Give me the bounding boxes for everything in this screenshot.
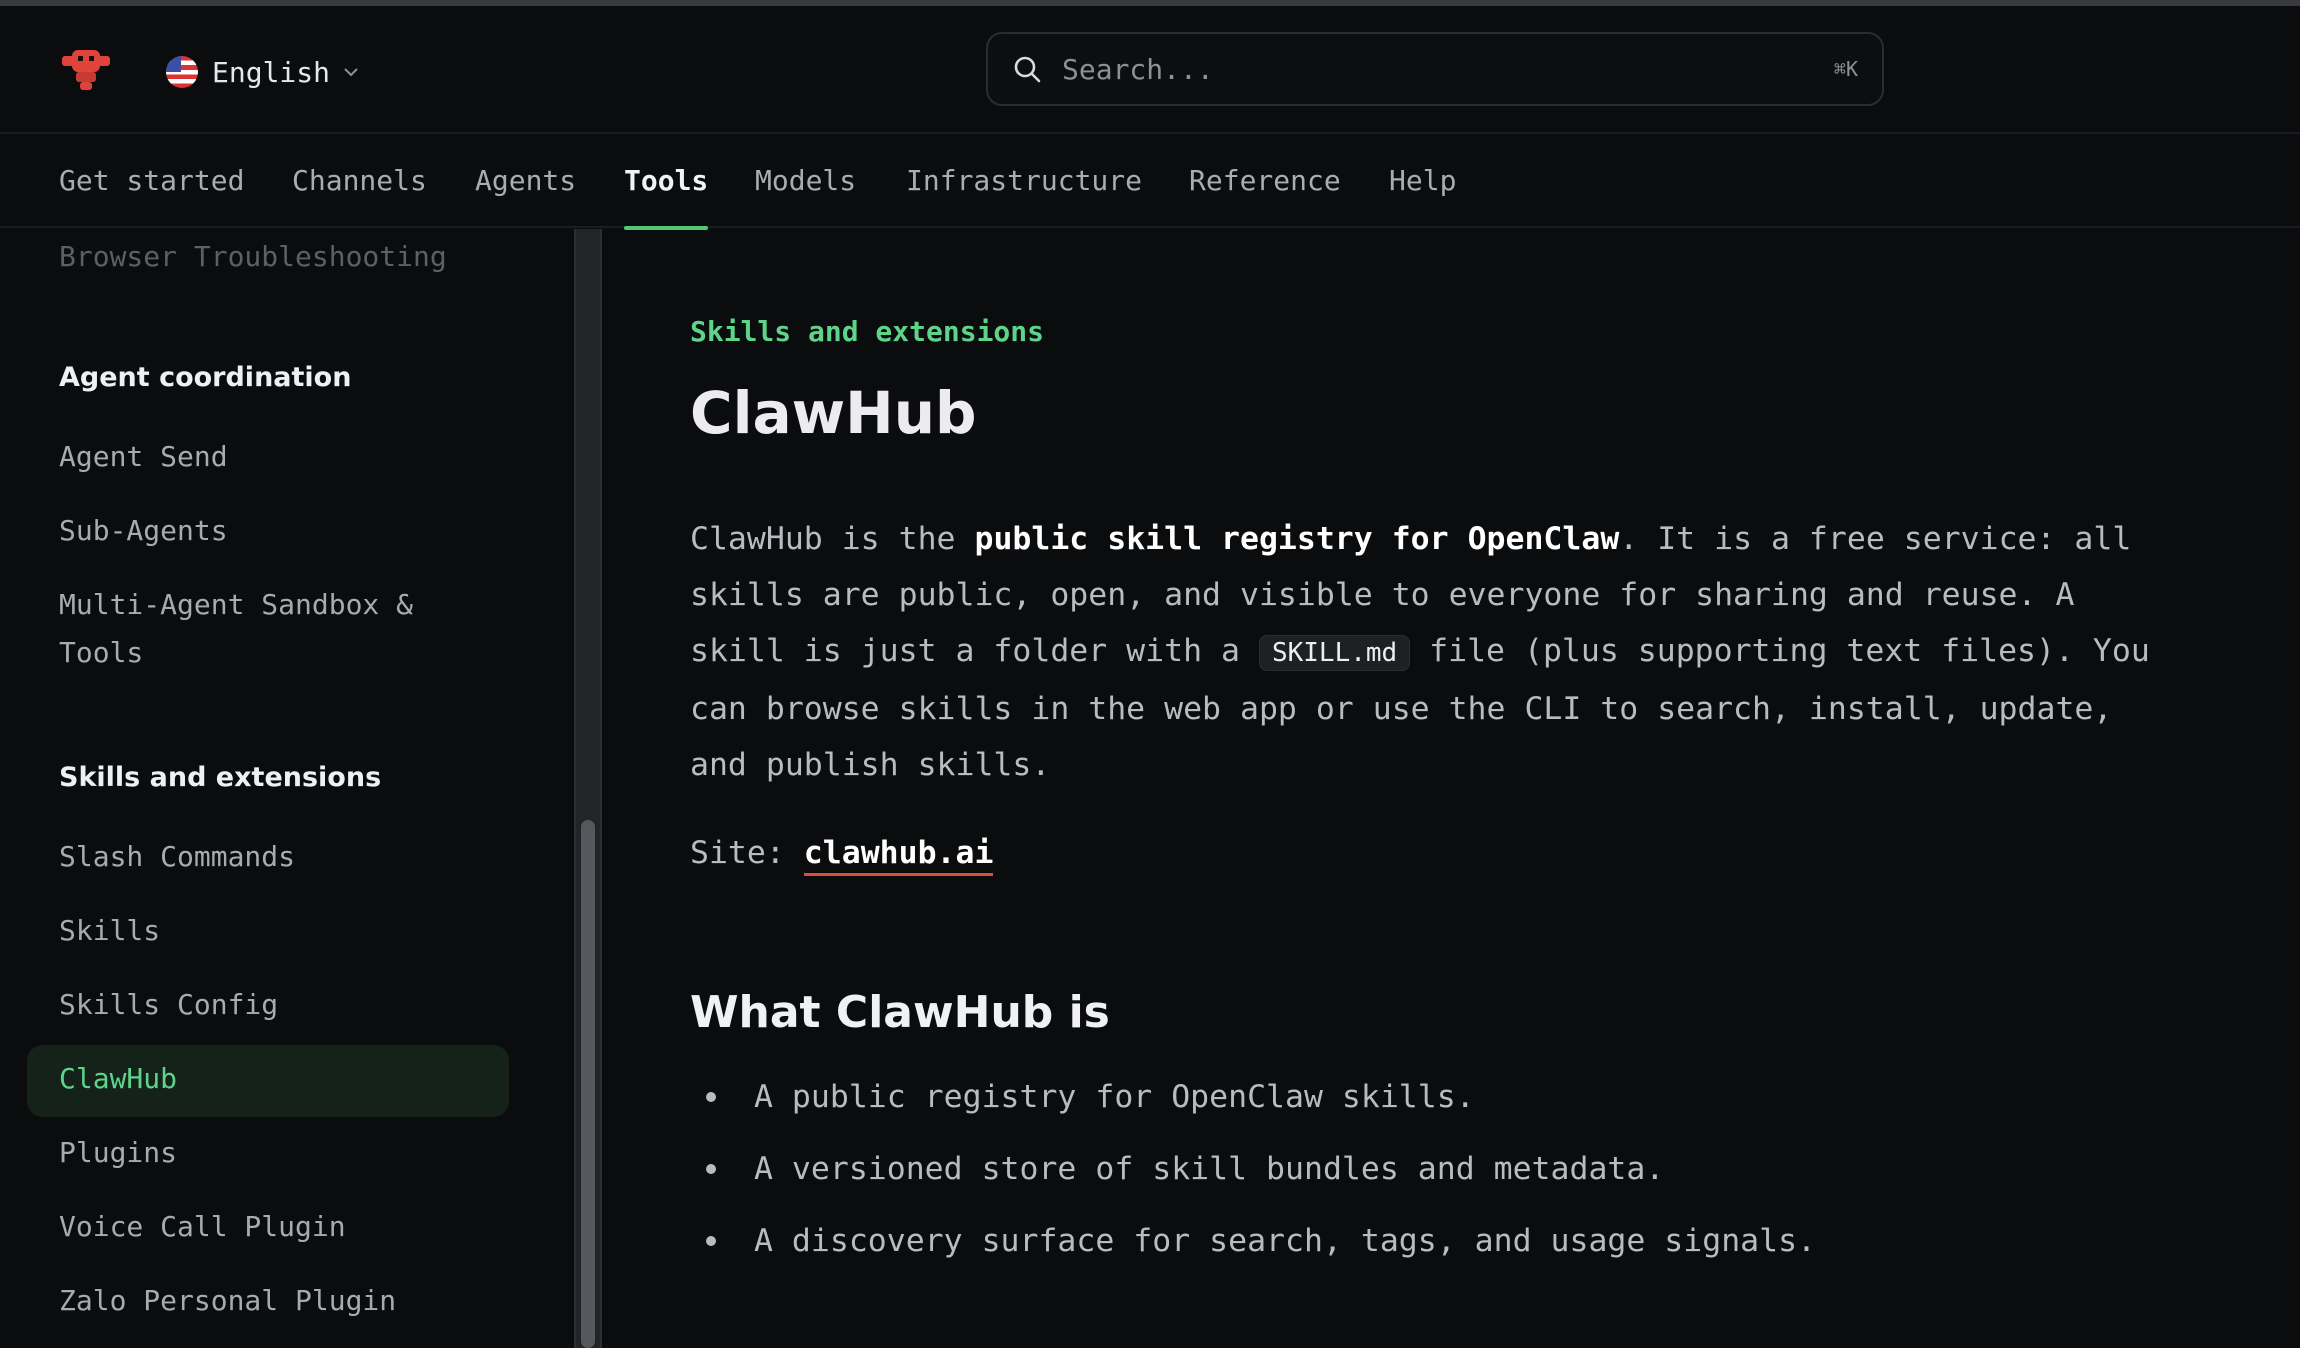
intro-paragraph: ClawHub is the public skill registry for… [690,511,2150,793]
sidebar-item-plugins[interactable]: Plugins [59,1129,177,1177]
list-item: A versioned store of skill bundles and m… [690,1141,2150,1213]
intro-bold-text: public skill registry for OpenClaw [974,521,1620,557]
site-label: Site: [690,835,804,871]
nav-infrastructure[interactable]: Infrastructure [906,134,1142,228]
search-bar[interactable]: Search... ⌘K [986,32,1884,106]
inline-code-skill-md: SKILL.md [1258,635,1411,671]
chevron-down-icon [344,68,358,77]
sidebar-scrollbar-thumb[interactable] [581,820,595,1348]
list-item-text: A versioned store of skill bundles and m… [754,1151,1665,1187]
sidebar-item-agent-send[interactable]: Agent Send [59,433,228,481]
header: English Search... ⌘K [0,6,2300,132]
bullet-dot-icon [706,1092,716,1102]
sidebar-item-browser-troubleshooting[interactable]: Browser Troubleshooting [59,233,447,281]
nav-get-started[interactable]: Get started [59,134,244,228]
list-item: A public registry for OpenClaw skills. [690,1069,2150,1141]
search-icon [1014,56,1041,83]
sidebar-item-skills-config[interactable]: Skills Config [59,981,278,1029]
nav-channels[interactable]: Channels [292,134,427,228]
bullet-dot-icon [706,1236,716,1246]
us-flag-icon [166,56,198,88]
feature-list: A public registry for OpenClaw skills. A… [690,1069,2150,1285]
nav-tools[interactable]: Tools [624,134,709,230]
sidebar-heading-agent-coordination: Agent coordination [59,362,352,393]
bullet-dot-icon [706,1164,716,1174]
site-link[interactable]: clawhub.ai [803,835,994,876]
top-nav: Get started Channels Agents Tools Models… [0,132,2300,230]
sidebar-heading-skills-and-extensions: Skills and extensions [59,762,382,793]
sidebar-item-slash-commands[interactable]: Slash Commands [59,833,295,881]
sidebar-item-skills[interactable]: Skills [59,907,160,955]
sidebar-item-label: Tools [59,636,144,669]
lobster-logo-icon[interactable] [58,46,114,94]
nav-help[interactable]: Help [1389,134,1456,228]
sidebar-item-clawhub[interactable]: ClawHub [59,1055,177,1103]
sidebar: Browser Troubleshooting Agent coordinati… [0,229,574,1348]
language-label: English [212,55,331,89]
site-line: Site: clawhub.ai [690,835,994,876]
search-shortcut-badge: ⌘K [1833,57,1858,81]
sidebar-item-sub-agents[interactable]: Sub-Agents [59,507,228,555]
nav-agents[interactable]: Agents [475,134,576,228]
list-item-text: A public registry for OpenClaw skills. [754,1079,1475,1115]
sidebar-item-label: Multi-Agent Sandbox & [59,588,414,621]
intro-text-1: ClawHub is the [690,521,975,557]
page-title: ClawHub [690,379,977,447]
nav-tools-label: Tools [624,164,709,197]
search-placeholder: Search... [1062,52,1214,86]
sidebar-item-zalo-personal-plugin[interactable]: Zalo Personal Plugin [59,1277,396,1325]
nav-models[interactable]: Models [755,134,856,228]
main-content: Skills and extensions ClawHub ClawHub is… [690,229,2150,1348]
section-eyebrow: Skills and extensions [690,315,1045,348]
section-heading-what-clawhub-is: What ClawHub is [690,987,1110,1038]
language-selector[interactable]: English [166,52,358,92]
list-item: A discovery surface for search, tags, an… [690,1213,2150,1285]
nav-reference[interactable]: Reference [1189,134,1341,228]
list-item-text: A discovery surface for search, tags, an… [754,1223,1817,1259]
sidebar-item-voice-call-plugin[interactable]: Voice Call Plugin [59,1203,346,1251]
